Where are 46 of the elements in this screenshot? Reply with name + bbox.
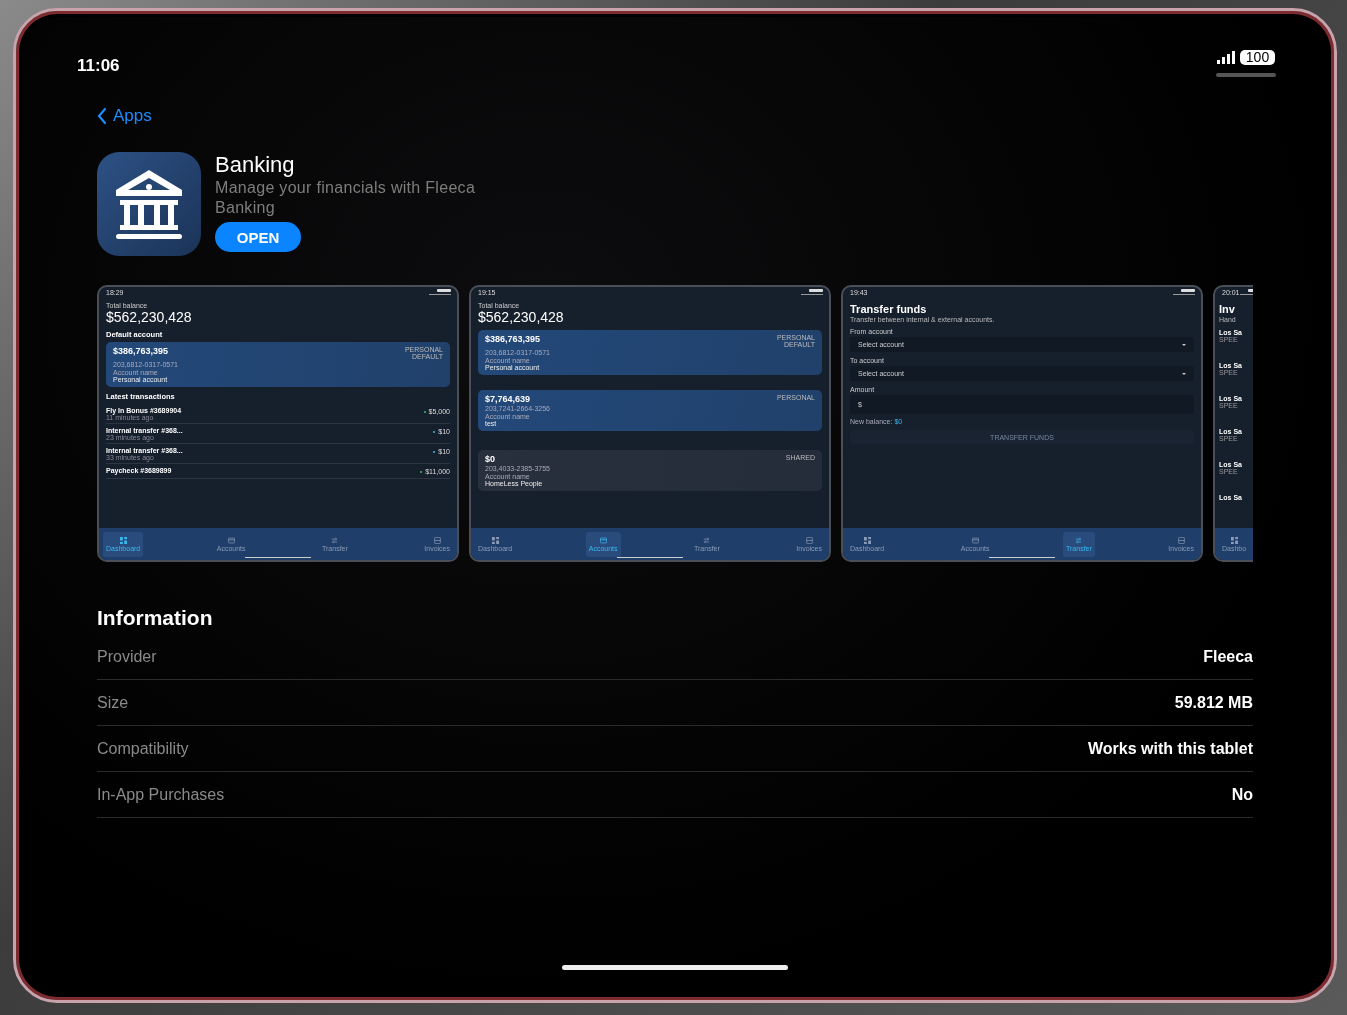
grid-icon <box>491 536 499 544</box>
open-button[interactable]: OPEN <box>215 222 301 252</box>
invoice-icon <box>433 536 441 544</box>
transfer-icon <box>331 536 339 544</box>
info-value: Fleeca <box>1203 647 1253 666</box>
battery-icon <box>1181 289 1195 292</box>
battery-icon <box>809 289 823 292</box>
app-subtitle: Manage your financials with Fleeca Banking <box>215 178 477 218</box>
card-icon <box>971 536 979 544</box>
info-label: Size <box>97 693 129 712</box>
status-time: 11:06 <box>77 55 120 76</box>
app-screenshot[interactable] <box>469 285 831 562</box>
app-screenshot[interactable] <box>97 285 459 562</box>
total-balance: $562,230,428 <box>106 309 193 325</box>
battery-icon <box>437 289 451 292</box>
account-balance: $386,763,395 <box>113 346 169 358</box>
section-title: Information <box>97 606 214 630</box>
page-title: Transfer funds <box>850 303 928 315</box>
invoice-icon <box>1177 536 1185 544</box>
total-balance: $562,230,428 <box>478 309 565 325</box>
info-value: No <box>1231 785 1253 804</box>
transfer-icon <box>1075 536 1083 544</box>
account-balance: $7,764,639 <box>485 394 531 404</box>
info-label: Compatibility <box>97 739 189 758</box>
card-icon <box>227 536 235 544</box>
info-value: 59.812 MB <box>1174 693 1253 712</box>
account-balance: $0 <box>485 454 495 464</box>
signal-icon <box>1216 51 1236 64</box>
bank-icon <box>114 168 184 240</box>
back-link[interactable]: Apps <box>97 106 152 126</box>
caret-icon <box>1182 372 1186 375</box>
card-icon <box>599 536 607 544</box>
grid-icon <box>119 536 127 544</box>
grid-icon <box>1230 536 1238 544</box>
battery-level: 100 <box>1239 50 1276 65</box>
grid-icon <box>863 536 871 544</box>
page-title: Inv <box>1219 303 1236 315</box>
app-name: Banking <box>215 152 296 178</box>
account-balance: $386,763,395 <box>485 334 541 346</box>
info-value: Works with this tablet <box>1087 739 1253 758</box>
caret-icon <box>1182 343 1186 346</box>
invoice-icon <box>805 536 813 544</box>
back-chevron-icon <box>97 107 107 125</box>
transfer-icon <box>703 536 711 544</box>
info-label: Provider <box>97 647 157 666</box>
info-label: In-App Purchases <box>97 785 225 804</box>
